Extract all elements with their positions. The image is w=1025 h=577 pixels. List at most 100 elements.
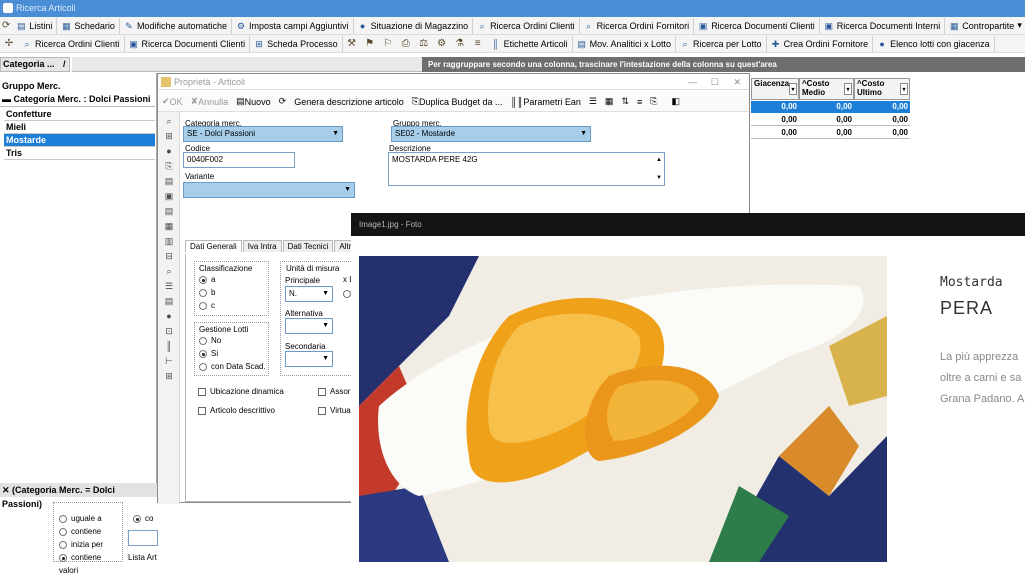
list-item[interactable]: Tris: [4, 147, 155, 160]
checkbox[interactable]: [318, 406, 326, 415]
chevron-down-icon[interactable]: ▾: [844, 83, 852, 95]
sort-icon[interactable]: ⇅: [617, 96, 633, 107]
table-row[interactable]: 0,00 0,00 0,00: [751, 127, 910, 139]
collapse-icon[interactable]: ▬: [2, 94, 14, 104]
lotti-opt-no[interactable]: No: [195, 334, 268, 347]
radio-button[interactable]: [199, 336, 207, 345]
radio-button-selected[interactable]: [199, 349, 207, 358]
secondaria-select[interactable]: ▼: [285, 351, 333, 367]
tool-icon-1[interactable]: ⚒: [345, 37, 359, 51]
tb2-doc-clienti-button[interactable]: ▣ Ricerca Documenti Clienti: [125, 35, 251, 52]
nodes2-icon[interactable]: ⊞: [162, 370, 176, 382]
tb2-ordini-clienti-button[interactable]: ⌕ Ricerca Ordini Clienti: [18, 35, 125, 52]
tb-doc-interni-button[interactable]: ▣ Ricerca Documenti Interni: [820, 17, 946, 34]
doc-icon[interactable]: ▤: [162, 175, 176, 187]
attach-icon[interactable]: ⎘: [162, 160, 176, 172]
variante-select[interactable]: ▼: [183, 182, 355, 198]
descrittivo-check[interactable]: Articolo descrittivo: [198, 404, 275, 417]
books-icon[interactable]: ◧: [667, 96, 684, 107]
ean-button[interactable]: ║║ Parametri Ean: [507, 97, 585, 107]
tb-contropartite-button[interactable]: ▦ Contropartite ▾: [945, 18, 1025, 34]
lotti-opt-si[interactable]: Si: [195, 347, 268, 360]
tool-icon-3[interactable]: ⚐: [381, 37, 395, 51]
globe2-icon[interactable]: ●: [162, 310, 176, 322]
refresh-icon[interactable]: ⟳: [2, 19, 10, 33]
chevron-down-icon[interactable]: ▾: [789, 83, 797, 95]
category-tab[interactable]: Categoria ... /: [0, 57, 70, 72]
doc2-icon[interactable]: ▣: [162, 190, 176, 202]
navigate-icon[interactable]: ✢: [2, 37, 16, 51]
checkbox[interactable]: [318, 387, 326, 396]
doc3-icon[interactable]: ▤: [162, 205, 176, 217]
menu-icon[interactable]: ≡: [633, 97, 646, 107]
link-icon[interactable]: ⊟: [162, 250, 176, 262]
radio-button[interactable]: [59, 527, 67, 536]
tb2-ricerca-lotto-button[interactable]: ⌕ Ricerca per Lotto: [676, 35, 767, 52]
filter-value-input[interactable]: [128, 530, 158, 546]
ubicazione-check[interactable]: Ubicazione dinamica: [198, 385, 284, 398]
col-giacenza[interactable]: Giacenza ▾: [751, 78, 799, 100]
chevron-down-icon[interactable]: ▾: [900, 83, 908, 95]
principale-select[interactable]: N. ▼: [285, 286, 333, 302]
tab-dati-generali[interactable]: Dati Generali: [185, 240, 242, 252]
table-icon[interactable]: ▦: [601, 96, 618, 107]
refresh-icon[interactable]: ⟳: [275, 96, 291, 107]
radio-button-selected[interactable]: [59, 553, 67, 562]
radio-button[interactable]: [199, 288, 207, 297]
class-opt-c[interactable]: c: [195, 299, 268, 312]
new-button[interactable]: ▤ Nuovo: [232, 96, 275, 107]
calc-icon[interactable]: ▥: [162, 235, 176, 247]
minimize-icon[interactable]: —: [688, 74, 697, 90]
tb-ordini-clienti-button[interactable]: ⌕ Ricerca Ordini Clienti: [473, 17, 580, 34]
search-icon[interactable]: ⌕: [162, 115, 176, 127]
grid-icon[interactable]: ▦: [162, 220, 176, 232]
nodes-icon[interactable]: ⊞: [162, 130, 176, 142]
categoria-select[interactable]: SE - Dolci Passioni ▼: [183, 126, 343, 142]
filter-opt-inizia[interactable]: inizia per: [54, 538, 122, 551]
tree-icon[interactable]: ⊢: [162, 355, 176, 367]
radio-button-selected[interactable]: [199, 275, 207, 284]
gen-desc-button[interactable]: Genera descrizione articolo: [290, 97, 408, 107]
barcode-icon[interactable]: ║: [162, 340, 176, 352]
table-row-selected[interactable]: 0,00 0,00 0,00: [751, 101, 910, 113]
maximize-icon[interactable]: ☐: [711, 74, 719, 90]
radio-button[interactable]: [59, 540, 67, 549]
lotti-opt-scad[interactable]: con Data Scad.: [195, 360, 268, 373]
copy-icon[interactable]: ⎘: [646, 96, 661, 107]
list-item-selected[interactable]: Mostarde: [4, 134, 155, 147]
tool-icon-4[interactable]: ⚖: [417, 37, 431, 51]
tb-modifiche-button[interactable]: ✎ Modifiche automatiche: [120, 17, 232, 34]
dup-budget-button[interactable]: ⎘ Duplica Budget da ...: [408, 96, 507, 107]
cancel-button[interactable]: ✘ Annulla: [187, 96, 233, 107]
table-row[interactable]: 0,00 0,00 0,00: [751, 114, 910, 126]
globe-icon[interactable]: ●: [162, 145, 176, 157]
tb2-scheda-processo-button[interactable]: ⊞ Scheda Processo: [250, 35, 343, 52]
checkbox[interactable]: [198, 387, 206, 396]
codice-field[interactable]: 0040F002: [183, 152, 295, 168]
list-icon[interactable]: ☰: [162, 280, 176, 292]
close-icon[interactable]: ✕: [2, 485, 12, 495]
radio-button[interactable]: [343, 289, 351, 298]
radio-button[interactable]: [199, 301, 207, 310]
tab-dati-tecnici[interactable]: Dati Tecnici: [282, 240, 334, 252]
list-item[interactable]: Mieli: [4, 121, 155, 134]
class-opt-a[interactable]: a: [195, 273, 268, 286]
chart-icon[interactable]: ▤: [162, 295, 176, 307]
tab-iva-intra[interactable]: Iva Intra: [242, 240, 282, 252]
tool-icon-6[interactable]: ⚗: [453, 37, 467, 51]
filter-opt-contiene-valori[interactable]: contiene valori: [54, 551, 122, 575]
ok-button[interactable]: ✔ OK: [158, 96, 187, 107]
descrizione-field[interactable]: MOSTARDA PERE 42G ▲ ▼: [388, 152, 665, 186]
col-costo-ultimo[interactable]: ^Costo Ultimo ▾: [854, 78, 910, 100]
virtual-check[interactable]: Virtual: [318, 404, 355, 417]
tool-icon-5[interactable]: ⚙: [435, 37, 449, 51]
gruppo-select[interactable]: SE02 - Mostarde ▼: [391, 126, 591, 142]
tb2-etichette-button[interactable]: ║ Etichette Articoli: [487, 35, 573, 52]
tb-doc-clienti-button[interactable]: ▣ Ricerca Documenti Clienti: [694, 17, 820, 34]
checkbox[interactable]: [198, 406, 206, 415]
group-by-area[interactable]: Per raggruppare secondo una colonna, tra…: [422, 57, 1025, 72]
scroll-down-icon[interactable]: ▼: [656, 171, 662, 185]
filter-side-option[interactable]: co: [133, 512, 153, 525]
tb-schedario-button[interactable]: ▦ Schedario: [57, 17, 120, 34]
group-row[interactable]: ▬ Categoria Merc. : Dolci Passioni: [0, 94, 155, 107]
